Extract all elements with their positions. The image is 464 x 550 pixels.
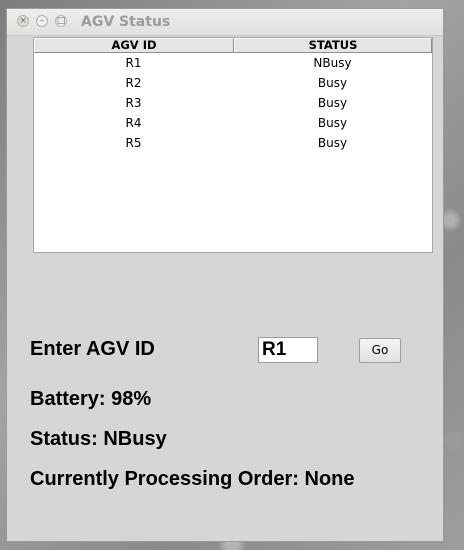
status-cell: Busy	[317, 116, 348, 130]
table-header: AGV ID STATUS	[34, 38, 432, 53]
maximize-icon[interactable]: □	[55, 15, 67, 27]
table-row[interactable]: R3 Busy	[34, 93, 432, 113]
status-cell: Busy	[317, 96, 348, 110]
table-row[interactable]: R1 NBusy	[34, 53, 432, 73]
enter-agv-id-label: Enter AGV ID	[30, 338, 155, 360]
table-row[interactable]: R2 Busy	[34, 73, 432, 93]
agv-id-cell: R2	[125, 76, 142, 90]
column-header-status[interactable]: STATUS	[234, 38, 432, 53]
status-cell: Busy	[317, 76, 348, 90]
status-label: Status: NBusy	[30, 428, 167, 450]
battery-label: Battery: 98%	[30, 388, 152, 410]
status-cell: NBusy	[313, 56, 352, 70]
window-title: AGV Status	[81, 14, 171, 30]
go-button[interactable]: Go	[359, 338, 401, 363]
app-window: × – □ AGV Status AGV ID STATUS R1 NBusy …	[7, 9, 443, 541]
close-icon[interactable]: ×	[17, 15, 29, 27]
agv-id-input[interactable]: R1	[258, 337, 318, 363]
table-row[interactable]: R5 Busy	[34, 133, 432, 153]
agv-id-cell: R1	[125, 56, 142, 70]
agv-status-table[interactable]: AGV ID STATUS R1 NBusy R2 Busy R3 Busy R…	[33, 37, 433, 253]
status-cell: Busy	[317, 136, 348, 150]
agv-id-cell: R4	[125, 116, 142, 130]
column-header-agv-id[interactable]: AGV ID	[34, 38, 234, 53]
current-order-label: Currently Processing Order: None	[30, 468, 355, 490]
agv-id-cell: R3	[125, 96, 142, 110]
title-bar[interactable]: × – □ AGV Status	[7, 9, 443, 36]
agv-id-cell: R5	[125, 136, 142, 150]
table-row[interactable]: R4 Busy	[34, 113, 432, 133]
minimize-icon[interactable]: –	[36, 15, 48, 27]
